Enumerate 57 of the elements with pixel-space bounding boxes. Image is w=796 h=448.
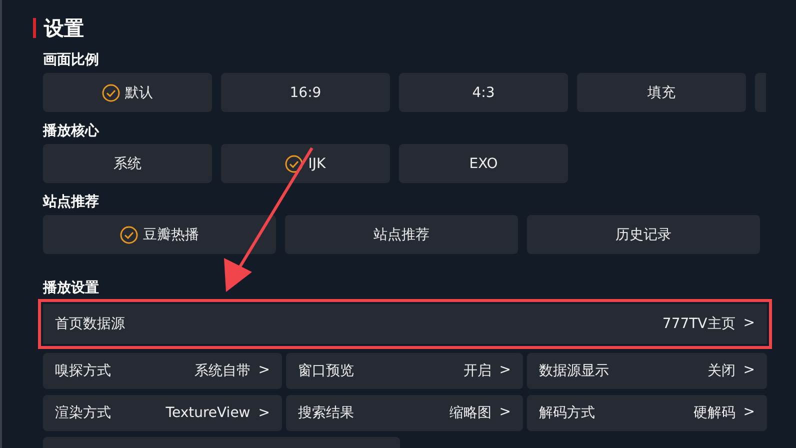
- setting-row[interactable]: 数据源显示 关闭 >: [527, 353, 767, 389]
- setting-row[interactable]: 解码方式 硬解码 >: [527, 395, 767, 431]
- chevron: >: [743, 315, 755, 333]
- option-label: 默认: [102, 84, 153, 102]
- setting-label: 首页数据源: [55, 315, 125, 333]
- setting-label: 搜索结果: [298, 404, 354, 422]
- setting-label: 嗅探方式: [55, 362, 111, 380]
- setting-row[interactable]: 嗅探方式 系统自带 >: [43, 353, 282, 389]
- setting-value: 777TV主页: [662, 315, 736, 333]
- page-title: 设置: [44, 14, 84, 42]
- chevron: >: [499, 362, 511, 380]
- setting-label: 数据源显示: [539, 362, 609, 380]
- option-button[interactable]: 默认: [43, 73, 212, 112]
- chevron: >: [258, 405, 270, 421]
- setting-value: TextureView: [166, 405, 250, 421]
- setting-row[interactable]: 窗口预览 开启 >: [286, 353, 523, 389]
- checkmark-circle-icon: [120, 226, 138, 244]
- title-accent-bar: [33, 18, 36, 38]
- chevron: >: [499, 404, 511, 422]
- option-label: 填充: [648, 84, 676, 102]
- option-button[interactable]: 4:3: [399, 73, 568, 112]
- checkmark-circle-icon: [285, 154, 304, 172]
- setting-value: 硬解码: [693, 404, 736, 422]
- option-button[interactable]: 16:9: [221, 73, 390, 112]
- section-label: 画面比例: [43, 51, 100, 70]
- option-button[interactable]: IJK: [221, 144, 390, 183]
- setting-row[interactable]: 搜索结果 缩略图 >: [286, 395, 523, 431]
- option-label: 系统: [114, 154, 142, 172]
- setting-value: 开启: [463, 362, 492, 380]
- option-label: EXO: [469, 156, 498, 172]
- option-button[interactable]: EXO: [399, 144, 568, 183]
- option-label: 豆瓣热播: [120, 226, 199, 244]
- option-label: 16:9: [290, 84, 322, 100]
- chevron: >: [743, 362, 755, 380]
- setting-row[interactable]: 渲染方式 TextureView >: [43, 395, 282, 431]
- option-button[interactable]: 历史记录: [527, 215, 760, 254]
- option-button[interactable]: 填充: [577, 73, 746, 112]
- option-button[interactable]: 站点推荐: [285, 215, 518, 254]
- option-button[interactable]: 豆瓣热播: [43, 215, 276, 254]
- setting-label: 解码方式: [539, 404, 595, 422]
- setting-value: 系统自带: [194, 362, 250, 380]
- option-label: 4:3: [472, 84, 495, 100]
- setting-label: 渲染方式: [55, 404, 111, 422]
- setting-value: 缩略图: [449, 404, 492, 422]
- section-label: 站点推荐: [43, 193, 100, 212]
- option-label: 站点推荐: [374, 226, 430, 244]
- checkmark-circle-icon: [102, 84, 120, 102]
- chevron: >: [743, 404, 755, 422]
- setting-value: 关闭: [707, 362, 736, 380]
- setting-label: 窗口预览: [298, 362, 354, 380]
- option-button[interactable]: 系统: [43, 144, 212, 183]
- section-label: 播放设置: [43, 279, 100, 298]
- option-label: IJK: [285, 154, 326, 172]
- setting-row[interactable]: 首页数据源 777TV主页 >: [43, 304, 767, 344]
- section-label: 播放核心: [43, 122, 100, 141]
- chevron: >: [258, 362, 270, 380]
- option-label: 历史记录: [616, 226, 672, 244]
